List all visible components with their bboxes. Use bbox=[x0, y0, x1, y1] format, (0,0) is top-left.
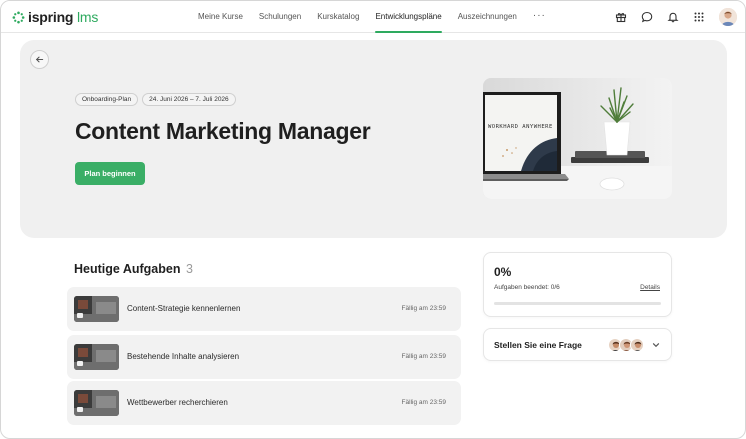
bell-icon[interactable] bbox=[663, 7, 683, 27]
apps-grid-icon[interactable] bbox=[689, 7, 709, 27]
progress-bar bbox=[494, 302, 661, 305]
nav-item-schulungen[interactable]: Schulungen bbox=[251, 1, 309, 33]
arrow-left-icon bbox=[35, 56, 44, 63]
page-title: Content Marketing Manager bbox=[75, 118, 371, 144]
tasks-count: 3 bbox=[185, 262, 193, 276]
plan-tags: Onboarding-Plan 24. Juni 2026 – 7. Juli … bbox=[75, 93, 236, 106]
task-due: Fällig am 23:59 bbox=[401, 353, 446, 360]
expert-avatar bbox=[630, 338, 644, 352]
details-link[interactable]: Details bbox=[640, 284, 660, 291]
plan-cover-image: WORKHARD ANYWHERE bbox=[483, 78, 672, 199]
task-title: Wettbewerber recherchieren bbox=[127, 398, 228, 407]
svg-text:WORKHARD ANYWHERE: WORKHARD ANYWHERE bbox=[488, 124, 553, 130]
task-item[interactable]: Wettbewerber recherchieren Fällig am 23:… bbox=[67, 381, 461, 425]
header-actions bbox=[611, 7, 737, 27]
task-thumbnail bbox=[74, 344, 119, 370]
task-item[interactable]: Bestehende Inhalte analysieren Fällig am… bbox=[67, 335, 461, 379]
top-header: ispring lms Meine Kurse Schulungen Kursk… bbox=[1, 1, 745, 33]
chat-bubble-icon[interactable] bbox=[637, 7, 657, 27]
logo-mark-icon bbox=[12, 11, 25, 23]
chevron-down-icon[interactable] bbox=[651, 340, 661, 350]
plan-date-range-badge: 24. Juni 2026 – 7. Juli 2026 bbox=[142, 93, 236, 106]
task-thumbnail bbox=[74, 296, 119, 322]
main-nav: Meine Kurse Schulungen Kurskatalog Entwi… bbox=[190, 1, 554, 33]
expert-avatars bbox=[608, 338, 644, 352]
task-due: Fällig am 23:59 bbox=[401, 399, 446, 406]
nav-item-entwicklungsplaene[interactable]: Entwicklungspläne bbox=[367, 1, 449, 33]
progress-card: 0% Aufgaben beendet: 0/6 Details bbox=[483, 252, 672, 317]
gift-icon[interactable] bbox=[611, 7, 631, 27]
task-title: Content-Strategie kennenlernen bbox=[127, 304, 241, 313]
logo-text: ispring lms bbox=[28, 9, 99, 25]
nav-item-meine-kurse[interactable]: Meine Kurse bbox=[190, 1, 251, 33]
user-avatar[interactable] bbox=[719, 8, 737, 26]
ask-question-card[interactable]: Stellen Sie eine Frage bbox=[483, 328, 672, 361]
tasks-completed-text: Aufgaben beendet: 0/6 bbox=[494, 284, 560, 291]
logo[interactable]: ispring lms bbox=[12, 9, 98, 25]
ask-question-label: Stellen Sie eine Frage bbox=[494, 340, 582, 350]
back-button[interactable] bbox=[30, 50, 49, 69]
plan-hero: Onboarding-Plan 24. Juni 2026 – 7. Juli … bbox=[20, 40, 727, 238]
nav-item-kurskatalog[interactable]: Kurskatalog bbox=[309, 1, 367, 33]
task-due: Fällig am 23:59 bbox=[401, 305, 446, 312]
task-item[interactable]: Content-Strategie kennenlernen Fällig am… bbox=[67, 287, 461, 331]
task-thumbnail bbox=[74, 390, 119, 416]
tasks-heading: Heutige Aufgaben 3 bbox=[74, 262, 193, 276]
progress-percent: 0% bbox=[494, 265, 512, 279]
nav-more-button[interactable]: ··· bbox=[525, 1, 554, 33]
task-title: Bestehende Inhalte analysieren bbox=[127, 352, 240, 361]
plan-type-badge: Onboarding-Plan bbox=[75, 93, 139, 106]
start-plan-button[interactable]: Plan beginnen bbox=[75, 162, 145, 185]
nav-item-auszeichnungen[interactable]: Auszeichnungen bbox=[450, 1, 525, 33]
app-window: ispring lms Meine Kurse Schulungen Kursk… bbox=[0, 0, 746, 439]
